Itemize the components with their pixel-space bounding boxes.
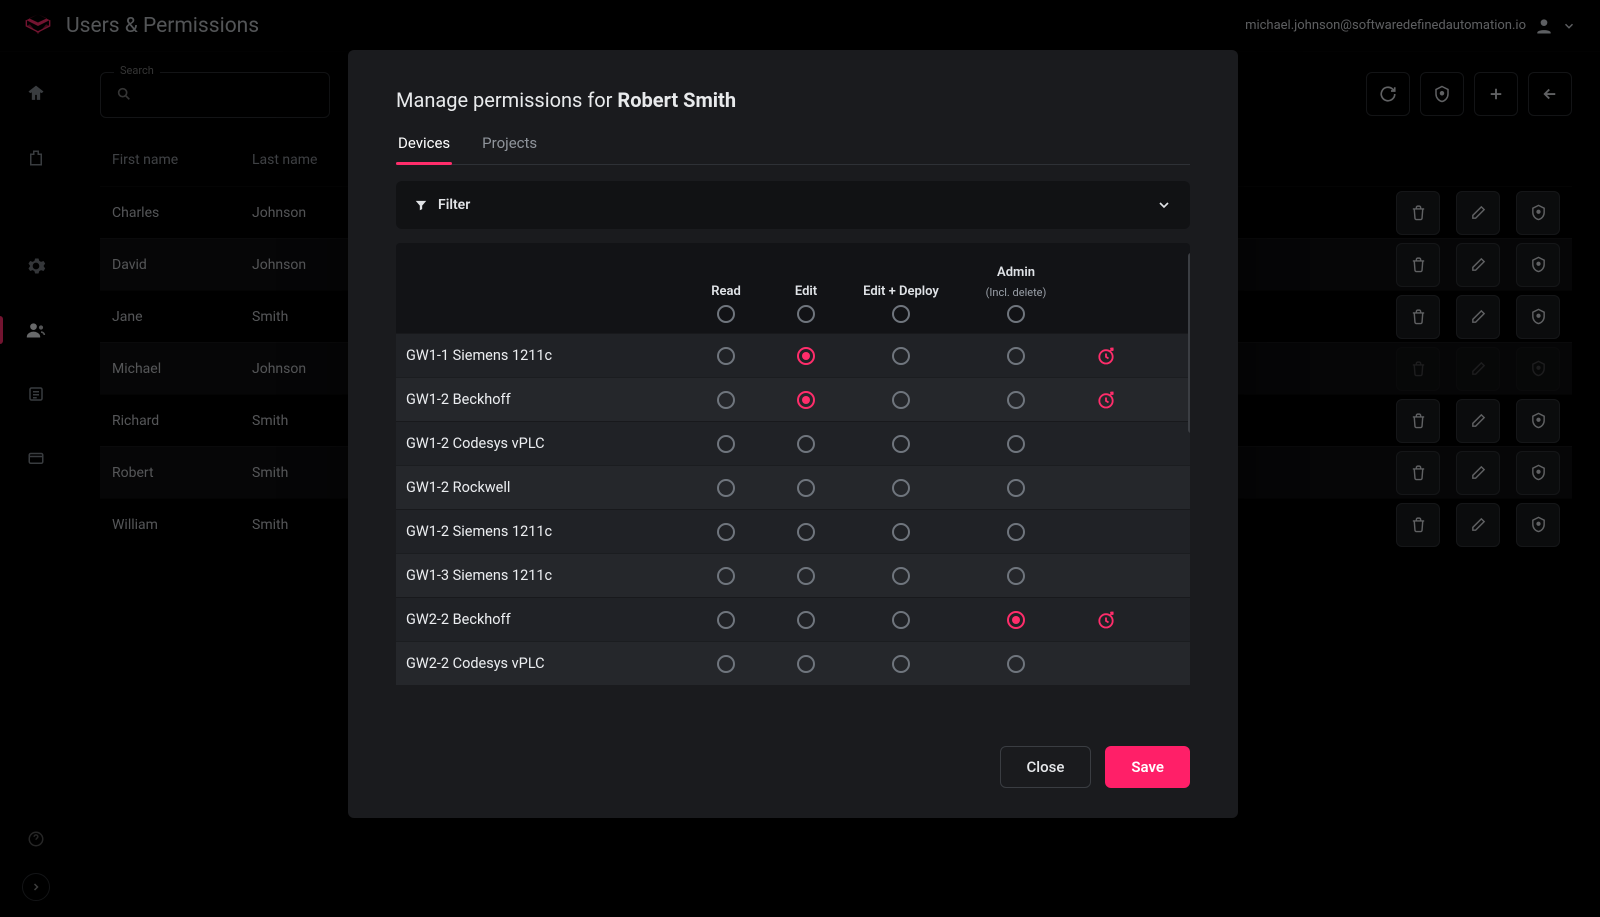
perm-radio-admin[interactable]: [1007, 611, 1025, 629]
perm-device-name: GW1-2 Rockwell: [406, 479, 686, 496]
perm-radio-edit[interactable]: [797, 479, 815, 497]
perm-header: Read Edit Edit + Deploy Admin(Incl. dele…: [396, 243, 1190, 333]
perm-radio-read[interactable]: [717, 611, 735, 629]
perm-row: GW2-2 Beckhoff: [396, 597, 1190, 641]
filter-icon: [414, 198, 428, 212]
select-all-read[interactable]: [717, 305, 735, 323]
select-all-editdeploy[interactable]: [892, 305, 910, 323]
permissions-modal: Manage permissions for Robert Smith Devi…: [348, 50, 1238, 818]
temporary-access-button[interactable]: [1076, 610, 1136, 630]
modal-tabs: Devices Projects: [396, 134, 1190, 165]
col-read: Read: [711, 284, 741, 299]
perm-radio-editdeploy[interactable]: [892, 523, 910, 541]
perm-device-name: GW1-2 Beckhoff: [406, 391, 686, 408]
save-button[interactable]: Save: [1105, 746, 1190, 788]
perm-radio-editdeploy[interactable]: [892, 655, 910, 673]
perm-radio-editdeploy[interactable]: [892, 435, 910, 453]
chevron-down-icon: [1156, 197, 1172, 213]
perm-radio-editdeploy[interactable]: [892, 479, 910, 497]
temporary-access-button[interactable]: [1076, 390, 1136, 410]
select-all-edit[interactable]: [797, 305, 815, 323]
filter-label: Filter: [438, 197, 470, 213]
col-edit: Edit: [795, 284, 817, 299]
perm-radio-read[interactable]: [717, 435, 735, 453]
perm-radio-edit[interactable]: [797, 567, 815, 585]
perm-radio-admin[interactable]: [1007, 391, 1025, 409]
perm-device-name: GW1-1 Siemens 1211c: [406, 347, 686, 364]
perm-radio-admin[interactable]: [1007, 479, 1025, 497]
perm-radio-admin[interactable]: [1007, 655, 1025, 673]
perm-row: GW2-2 Codesys vPLC: [396, 641, 1190, 685]
perm-radio-edit[interactable]: [797, 655, 815, 673]
perm-radio-edit[interactable]: [797, 435, 815, 453]
temporary-access-button[interactable]: [1076, 346, 1136, 366]
perm-scrollbar[interactable]: [1188, 253, 1190, 433]
filter-bar[interactable]: Filter: [396, 181, 1190, 229]
perm-radio-edit[interactable]: [797, 347, 815, 365]
perm-device-name: GW1-3 Siemens 1211c: [406, 567, 686, 584]
select-all-admin[interactable]: [1007, 305, 1025, 323]
perm-device-name: GW2-2 Codesys vPLC: [406, 655, 686, 672]
perm-row: GW1-3 Siemens 1211c: [396, 553, 1190, 597]
perm-radio-read[interactable]: [717, 567, 735, 585]
perm-device-name: GW2-2 Beckhoff: [406, 611, 686, 628]
perm-radio-edit[interactable]: [797, 611, 815, 629]
tab-devices[interactable]: Devices: [396, 134, 452, 164]
perm-radio-edit[interactable]: [797, 523, 815, 541]
perm-radio-admin[interactable]: [1007, 567, 1025, 585]
close-button[interactable]: Close: [1000, 746, 1092, 788]
perm-radio-edit[interactable]: [797, 391, 815, 409]
perm-radio-read[interactable]: [717, 655, 735, 673]
perm-row: GW1-2 Rockwell: [396, 465, 1190, 509]
perm-radio-editdeploy[interactable]: [892, 611, 910, 629]
perm-radio-read[interactable]: [717, 391, 735, 409]
perm-device-name: GW1-2 Siemens 1211c: [406, 523, 686, 540]
perm-radio-admin[interactable]: [1007, 435, 1025, 453]
perm-radio-read[interactable]: [717, 347, 735, 365]
perm-radio-editdeploy[interactable]: [892, 391, 910, 409]
col-editdeploy: Edit + Deploy: [863, 284, 939, 299]
perm-radio-read[interactable]: [717, 523, 735, 541]
perm-radio-read[interactable]: [717, 479, 735, 497]
col-admin: Admin: [997, 265, 1035, 280]
perm-radio-admin[interactable]: [1007, 523, 1025, 541]
perm-row: GW1-2 Siemens 1211c: [396, 509, 1190, 553]
perm-row: GW1-2 Beckhoff: [396, 377, 1190, 421]
perm-row: GW1-2 Codesys vPLC: [396, 421, 1190, 465]
perm-row: GW1-1 Siemens 1211c: [396, 333, 1190, 377]
perm-device-name: GW1-2 Codesys vPLC: [406, 435, 686, 452]
perm-radio-editdeploy[interactable]: [892, 347, 910, 365]
tab-projects[interactable]: Projects: [480, 134, 539, 164]
perm-radio-editdeploy[interactable]: [892, 567, 910, 585]
modal-title: Manage permissions for Robert Smith: [396, 88, 1190, 112]
perm-radio-admin[interactable]: [1007, 347, 1025, 365]
